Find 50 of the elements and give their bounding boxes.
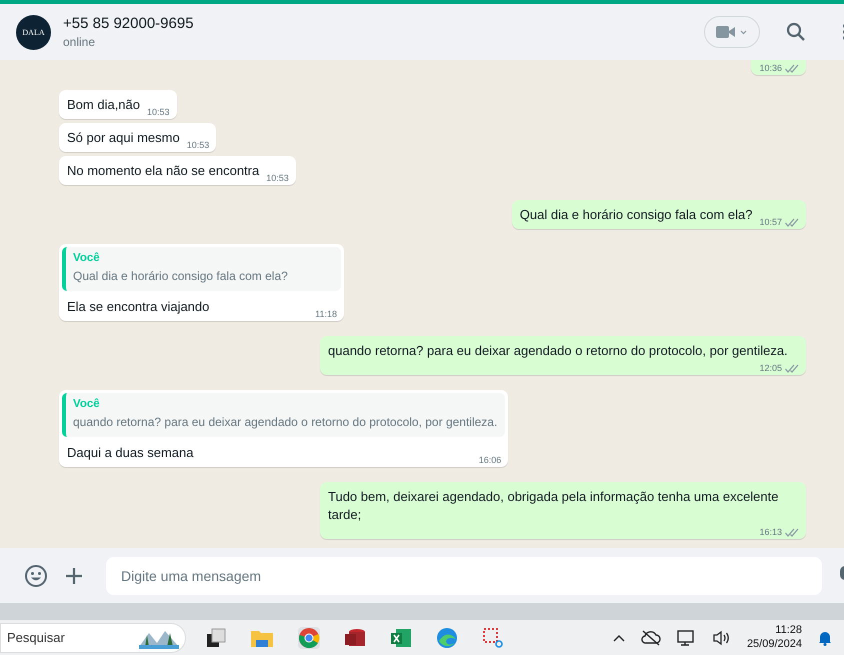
- edge-icon[interactable]: [436, 626, 458, 648]
- avatar[interactable]: DALA: [16, 14, 51, 50]
- quoted-message[interactable]: Você Qual dia e horário consigo fala com ela?: [62, 247, 341, 291]
- bell-icon[interactable]: [818, 630, 832, 646]
- emoji-icon[interactable]: [24, 564, 48, 588]
- message-time: 11:18: [315, 309, 337, 319]
- message-time: 12:05: [759, 363, 782, 373]
- quote-text: Qual dia e horário consigo fala com ela?: [73, 268, 289, 285]
- message-text: quando retorna? para eu deixar agendado o retorno do protocolo, por gentileza.: [328, 342, 788, 360]
- chrome-icon[interactable]: [298, 626, 320, 648]
- task-view-icon[interactable]: [206, 628, 226, 648]
- plus-icon[interactable]: [64, 566, 84, 586]
- message-text: Bom dia,não: [67, 96, 140, 114]
- double-check-icon: [785, 64, 799, 72]
- message-text: Ela se encontra viajando: [67, 298, 210, 316]
- double-check-icon: [785, 218, 799, 226]
- double-check-icon: [785, 528, 799, 536]
- message-time: 10:57: [759, 217, 782, 227]
- double-check-icon: [785, 364, 799, 372]
- quote-author: Você: [73, 398, 101, 410]
- video-call-button[interactable]: [704, 16, 760, 48]
- message-text: Qual dia e horário consigo fala com ela?: [520, 206, 752, 224]
- message-time: 16:06: [478, 455, 502, 465]
- quote-text: quando retorna? para eu deixar agendado o retorno do protocolo, por gentileza.: [73, 414, 498, 431]
- message-input[interactable]: Digite uma mensagem: [106, 556, 822, 594]
- message-text: Só por aqui mesmo: [67, 129, 180, 147]
- message-text: No momento ela não se encontra: [67, 162, 260, 180]
- cloud-off-icon[interactable]: [640, 630, 661, 646]
- search-field[interactable]: Pesquisar: [0, 622, 186, 652]
- video-camera-icon: [716, 25, 748, 39]
- clock-date[interactable]: 25/09/2024: [746, 638, 802, 651]
- contact-name[interactable]: +55 85 92000-9695: [63, 15, 692, 32]
- database-app-icon[interactable]: [344, 626, 366, 648]
- quote-author: Você: [73, 252, 101, 264]
- volume-icon[interactable]: [712, 630, 731, 646]
- message-time: 10:36: [759, 63, 782, 73]
- message-time: 10:53: [266, 173, 289, 183]
- message-time: 10:53: [147, 107, 170, 117]
- search-input[interactable]: Pesquisar: [1, 629, 139, 646]
- search-icon[interactable]: [786, 22, 806, 42]
- contact-status: online: [63, 35, 96, 49]
- message-time: 16:13: [759, 527, 782, 537]
- quoted-message[interactable]: Você quando retorna? para eu deixar agendado o retorno do protocolo, por gentileza.: [62, 393, 506, 437]
- chevron-up-icon[interactable]: [612, 634, 625, 642]
- message-time: 10:53: [186, 140, 210, 150]
- clock-time[interactable]: 11:28: [775, 624, 802, 637]
- snipping-tool-icon[interactable]: [482, 626, 504, 648]
- message-text: Tudo bem, deixarei agendado, obrigada pela informação tenha uma excelente tarde;: [328, 488, 780, 524]
- message-text: Daqui a duas semana: [67, 444, 194, 462]
- spreadsheet-app-icon[interactable]: [390, 626, 412, 648]
